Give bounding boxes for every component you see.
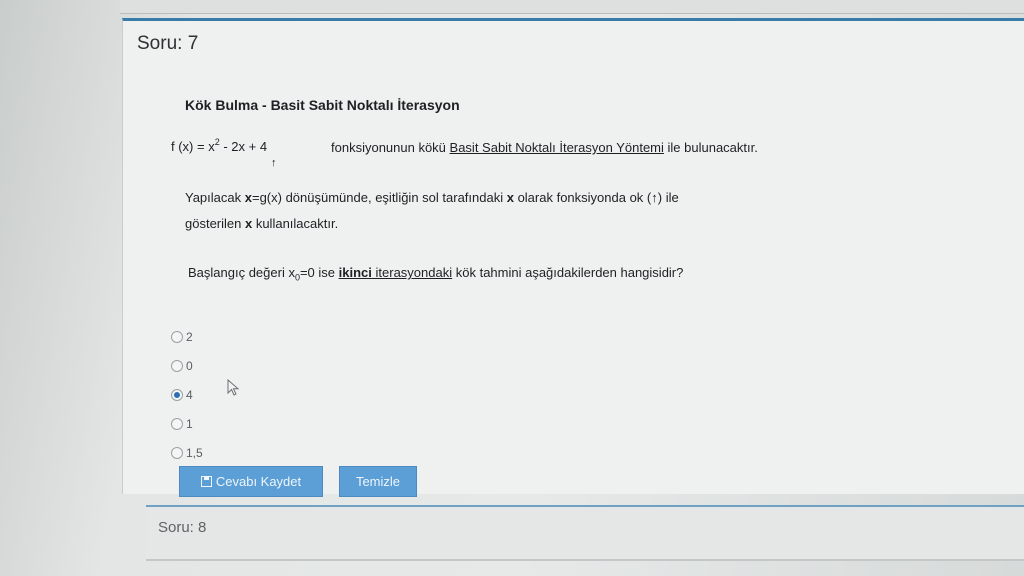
mouse-cursor-icon	[227, 379, 240, 396]
option-1[interactable]: 1	[171, 409, 203, 438]
question-number: Soru: 7	[137, 33, 199, 54]
clear-button[interactable]: Temizle	[339, 466, 417, 497]
save-answer-label: Cevabı Kaydet	[215, 474, 302, 489]
option-0[interactable]: 0	[171, 351, 203, 380]
question-card: Soru: 7 Kök Bulma - Basit Sabit Noktalı …	[122, 18, 1024, 497]
previous-question-edge	[120, 0, 1024, 14]
radio-button[interactable]	[171, 417, 183, 430]
option-label: 4	[186, 387, 193, 402]
instruction-paragraph: Yapılacak x=g(x) dönüşümünde, eşitliğin …	[185, 190, 679, 231]
radio-button[interactable]	[171, 446, 183, 459]
formula-suffix: - 2x + 4	[219, 139, 268, 154]
option-1-5[interactable]: 1,5	[171, 438, 203, 467]
function-formula: f (x) = x2 - 2x + 4	[171, 137, 267, 154]
radio-button-selected[interactable]	[171, 388, 183, 401]
save-answer-button[interactable]: Cevabı Kaydet	[179, 466, 323, 497]
next-question-card: Soru: 8	[146, 505, 1024, 560]
radio-button[interactable]	[171, 359, 183, 372]
option-label: 2	[186, 329, 193, 344]
radio-button[interactable]	[171, 330, 183, 343]
method-name: Basit Sabit Noktalı İterasyon Yöntemi	[449, 140, 664, 155]
answer-options: 2 0 4 1 1,5	[171, 322, 203, 467]
formula-prefix: f (x) = x	[171, 139, 215, 154]
problem-description: fonksiyonunun kökü Basit Sabit Noktalı İ…	[331, 140, 758, 155]
option-label: 1	[186, 416, 193, 431]
arrow-up-icon: ↑	[271, 157, 277, 169]
option-label: 0	[186, 358, 193, 373]
question-prompt: Başlangıç değeri x0=0 ise ikinci iterasy…	[188, 265, 684, 283]
option-2[interactable]: 2	[171, 322, 203, 351]
divider	[146, 559, 1024, 561]
question-heading: Kök Bulma - Basit Sabit Noktalı İterasyo…	[185, 97, 460, 113]
page: Soru: 7 Kök Bulma - Basit Sabit Noktalı …	[0, 0, 1024, 576]
option-4[interactable]: 4	[171, 380, 203, 409]
option-label: 1,5	[186, 445, 203, 460]
floppy-disk-icon	[200, 476, 212, 487]
next-question-number: Soru: 8	[158, 519, 207, 536]
clear-label: Temizle	[355, 474, 401, 489]
